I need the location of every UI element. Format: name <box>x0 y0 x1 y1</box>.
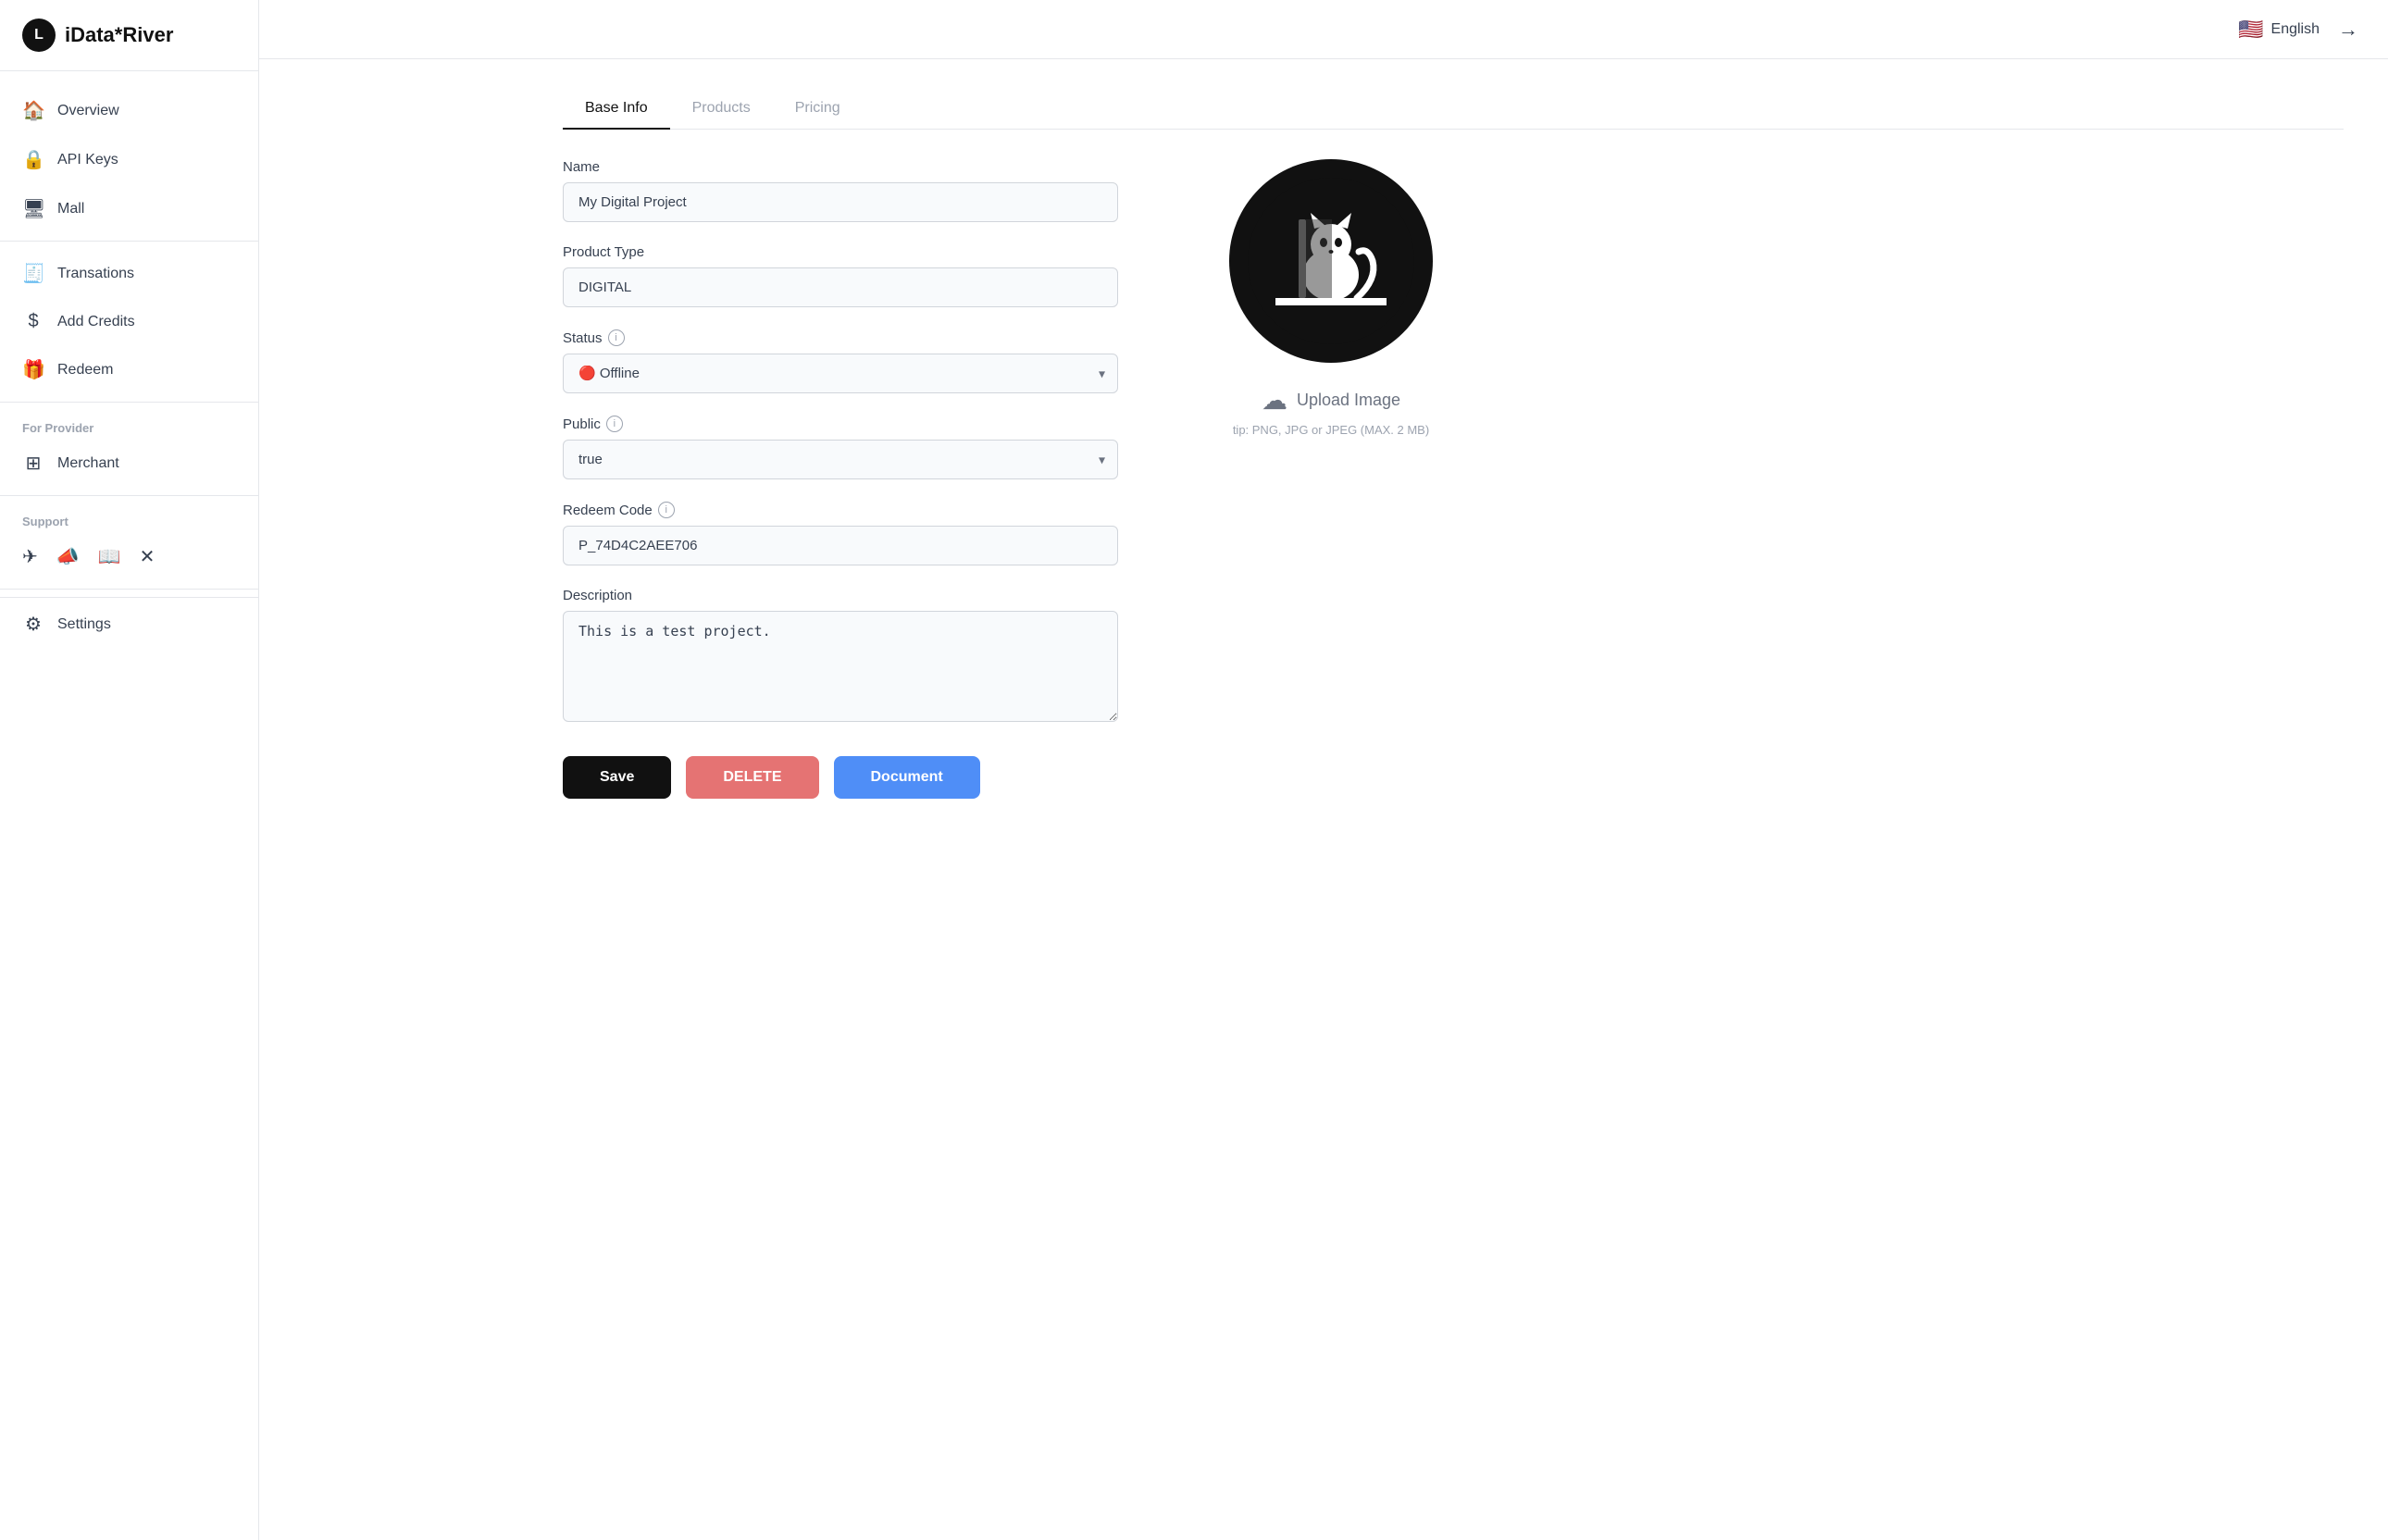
form-right: ☁ Upload Image tip: PNG, JPG or JPEG (MA… <box>1192 159 1470 437</box>
sidebar: L iData*River 🏠 Overview 🔒 API Keys 🖥 Ma… <box>0 0 259 1540</box>
tabs: Base Info Products Pricing <box>563 89 2344 130</box>
telegram-icon[interactable]: ✈ <box>22 545 38 568</box>
tab-base-info[interactable]: Base Info <box>563 89 670 130</box>
status-select[interactable]: 🔴 Offline 🟢 Online <box>563 354 1118 393</box>
dollar-icon: $ <box>22 311 44 332</box>
name-group: Name <box>563 159 1118 222</box>
monitor-icon: 🖥 <box>22 197 44 220</box>
sidebar-item-add-credits[interactable]: $ Add Credits <box>0 298 258 345</box>
upload-cloud-icon: ☁ <box>1262 385 1287 416</box>
sidebar-item-transations[interactable]: 🧾 Transations <box>0 249 258 298</box>
support-label: Support <box>0 503 258 532</box>
language-selector[interactable]: 🇺🇸 English <box>2238 18 2320 42</box>
status-select-wrapper: 🔴 Offline 🟢 Online ▾ <box>563 354 1118 393</box>
button-row: Save DELETE Document <box>563 756 1118 799</box>
sidebar-item-label: Settings <box>57 616 111 633</box>
description-group: Description This is a test project. <box>563 588 1118 727</box>
product-type-input[interactable] <box>563 267 1118 307</box>
description-label: Description <box>563 588 1118 603</box>
sidebar-item-label: Transations <box>57 266 134 282</box>
upload-tip: tip: PNG, JPG or JPEG (MAX. 2 MB) <box>1233 423 1429 437</box>
receipt-icon: 🧾 <box>22 262 44 285</box>
sidebar-item-mall[interactable]: 🖥 Mall <box>0 184 258 233</box>
document-button[interactable]: Document <box>834 756 980 799</box>
upload-label-row: ☁ Upload Image <box>1262 385 1400 416</box>
redeem-code-input[interactable] <box>563 526 1118 565</box>
main-content: Base Info Products Pricing Name Product … <box>518 59 2388 1540</box>
redeem-code-label: Redeem Code i <box>563 502 1118 518</box>
status-label: Status i <box>563 329 1118 346</box>
app-logo[interactable]: L iData*River <box>0 0 258 71</box>
sidebar-item-api-keys[interactable]: 🔒 API Keys <box>0 135 258 184</box>
for-provider-label: For Provider <box>0 410 258 439</box>
sidebar-item-label: Add Credits <box>57 314 135 330</box>
tab-products[interactable]: Products <box>670 89 773 130</box>
name-label: Name <box>563 159 1118 175</box>
sidebar-item-redeem[interactable]: 🎁 Redeem <box>0 345 258 394</box>
support-icons-group: ✈ 📣 📖 ✕ <box>0 532 258 581</box>
sidebar-item-label: Overview <box>57 103 119 119</box>
merchant-icon: ⊞ <box>22 452 44 475</box>
product-type-group: Product Type <box>563 244 1118 307</box>
save-button[interactable]: Save <box>563 756 671 799</box>
sidebar-item-label: Redeem <box>57 362 113 379</box>
book-icon[interactable]: 📖 <box>98 545 121 568</box>
settings-icon: ⚙ <box>22 613 44 636</box>
product-image <box>1229 159 1433 363</box>
announcement-icon[interactable]: 📣 <box>56 545 80 568</box>
sidebar-item-merchant[interactable]: ⊞ Merchant <box>0 439 258 488</box>
description-textarea[interactable]: This is a test project. <box>563 611 1118 722</box>
upload-label-text: Upload Image <box>1297 391 1400 410</box>
name-input[interactable] <box>563 182 1118 222</box>
logo-icon: L <box>22 19 56 52</box>
public-label: Public i <box>563 416 1118 432</box>
form-area: Name Product Type Status i 🔴 Offline 🟢 O… <box>563 159 2344 799</box>
lock-icon: 🔒 <box>22 148 44 171</box>
app-name: iData*River <box>65 23 173 47</box>
public-info-icon[interactable]: i <box>606 416 623 432</box>
public-select[interactable]: true false <box>563 440 1118 479</box>
sidebar-item-overview[interactable]: 🏠 Overview <box>0 86 258 135</box>
upload-area[interactable]: ☁ Upload Image tip: PNG, JPG or JPEG (MA… <box>1233 385 1429 437</box>
product-type-label: Product Type <box>563 244 1118 260</box>
status-group: Status i 🔴 Offline 🟢 Online ▾ <box>563 329 1118 393</box>
sidebar-item-label: Merchant <box>57 455 119 472</box>
gift-icon: 🎁 <box>22 358 44 381</box>
public-group: Public i true false ▾ <box>563 416 1118 479</box>
flag-icon: 🇺🇸 <box>2238 18 2263 42</box>
language-label: English <box>2271 21 2320 38</box>
redeem-code-group: Redeem Code i <box>563 502 1118 565</box>
public-select-wrapper: true false ▾ <box>563 440 1118 479</box>
status-info-icon[interactable]: i <box>608 329 625 346</box>
cat-svg <box>1248 178 1414 344</box>
header: 🇺🇸 English → <box>259 0 2388 59</box>
delete-button[interactable]: DELETE <box>686 756 818 799</box>
sidebar-item-settings[interactable]: ⚙ Settings <box>0 597 258 651</box>
twitter-icon[interactable]: ✕ <box>140 545 155 568</box>
redeem-code-info-icon[interactable]: i <box>658 502 675 518</box>
sidebar-nav: 🏠 Overview 🔒 API Keys 🖥 Mall 🧾 Transatio… <box>0 71 258 1540</box>
sidebar-item-label: API Keys <box>57 152 118 168</box>
sidebar-item-label: Mall <box>57 201 84 217</box>
tab-pricing[interactable]: Pricing <box>773 89 863 130</box>
home-icon: 🏠 <box>22 99 44 122</box>
logout-icon[interactable]: → <box>2338 18 2358 42</box>
form-left: Name Product Type Status i 🔴 Offline 🟢 O… <box>563 159 1118 799</box>
